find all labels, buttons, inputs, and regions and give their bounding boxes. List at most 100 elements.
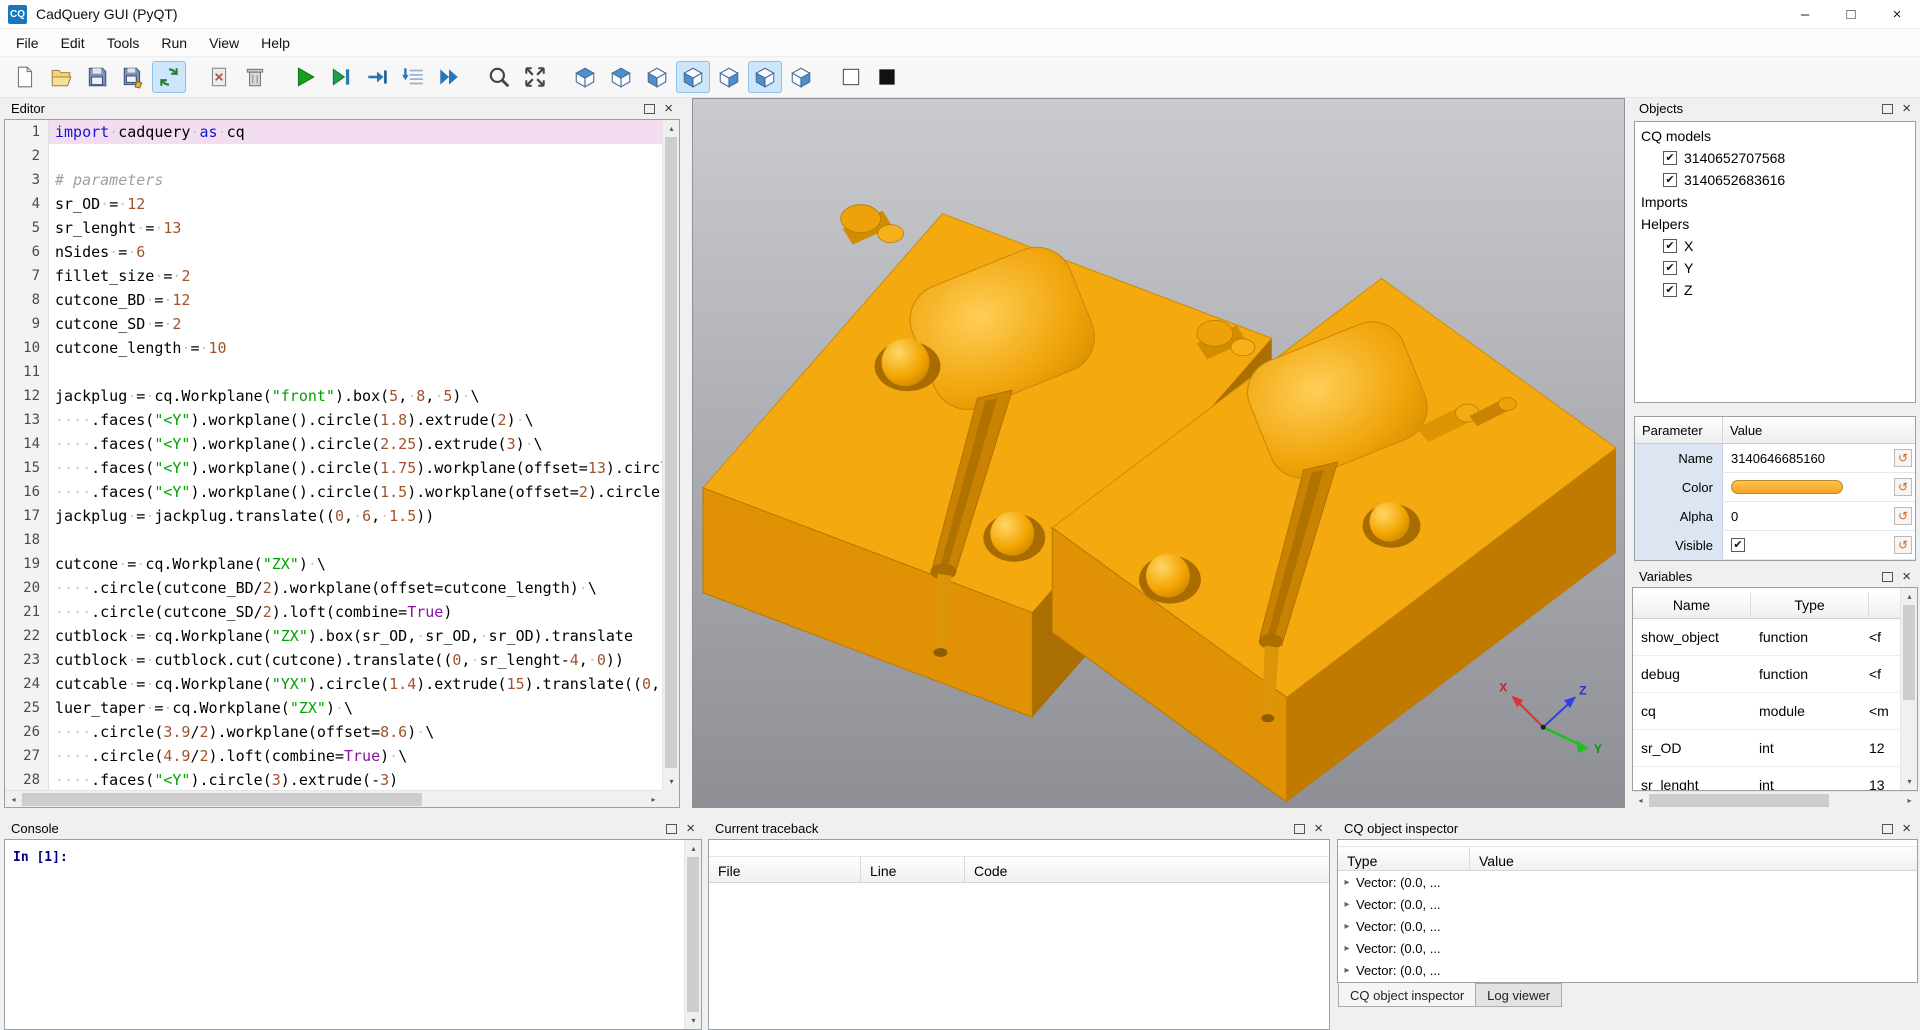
expand-icon[interactable]: ▸ <box>1338 965 1356 976</box>
menu-view[interactable]: View <box>198 31 250 55</box>
scroll-left-icon[interactable]: ◂ <box>5 791 22 808</box>
menu-help[interactable]: Help <box>250 31 301 55</box>
code-line-17[interactable]: 17jackplug·=·jackplug.translate((0,·6,·1… <box>5 504 662 528</box>
menu-file[interactable]: File <box>5 31 50 55</box>
tree-item-helpers[interactable]: Helpers <box>1635 213 1915 235</box>
code-line-23[interactable]: 23cutblock·=·cutblock.cut(cutcone).trans… <box>5 648 662 672</box>
scroll-right-icon[interactable]: ▸ <box>645 791 662 808</box>
column-header-name[interactable]: Name <box>1633 592 1751 619</box>
property-value-color[interactable] <box>1723 480 1894 494</box>
step-button[interactable] <box>360 61 394 93</box>
fit-view-button[interactable] <box>482 61 516 93</box>
float-panel-icon[interactable] <box>666 824 677 834</box>
scroll-down-icon[interactable]: ▾ <box>1901 773 1918 790</box>
expand-icon[interactable]: ▸ <box>1338 877 1356 888</box>
checkbox[interactable]: ✔ <box>1663 173 1677 187</box>
close-button[interactable]: × <box>1874 0 1920 28</box>
code-line-4[interactable]: 4sr_OD·=·12 <box>5 192 662 216</box>
wireframe-button[interactable] <box>834 61 868 93</box>
scrollbar-thumb[interactable] <box>687 857 699 1012</box>
close-panel-icon[interactable]: × <box>1902 101 1911 116</box>
inspector-row-4[interactable]: ▸Vector: (0.0, ... <box>1338 937 1917 959</box>
delete-button[interactable] <box>238 61 272 93</box>
debug-button[interactable] <box>324 61 358 93</box>
menu-run[interactable]: Run <box>150 31 198 55</box>
scroll-up-icon[interactable]: ▴ <box>685 840 702 857</box>
code-line-5[interactable]: 5sr_lenght·=·13 <box>5 216 662 240</box>
code-line-1[interactable]: 1import·cadquery·as·cq <box>5 120 662 144</box>
code-line-21[interactable]: 21····.circle(cutcone_SD/2).loft(combine… <box>5 600 662 624</box>
editor-vertical-scrollbar[interactable]: ▴ ▾ <box>662 120 679 790</box>
code-line-16[interactable]: 16····.faces("<Y").workplane().circle(1.… <box>5 480 662 504</box>
bottom-view-button[interactable] <box>640 61 674 93</box>
save-button[interactable] <box>80 61 114 93</box>
float-panel-icon[interactable] <box>1882 104 1893 114</box>
column-header-code[interactable]: Code <box>965 857 1329 882</box>
column-header-value[interactable]: Value <box>1470 847 1917 870</box>
float-panel-icon[interactable] <box>1882 572 1893 582</box>
tree-item-3140652707568[interactable]: ✔3140652707568 <box>1635 147 1915 169</box>
scrollbar-thumb[interactable] <box>1649 794 1829 807</box>
scrollbar-thumb[interactable] <box>665 137 677 768</box>
autoreload-button[interactable] <box>152 61 186 93</box>
float-panel-icon[interactable] <box>644 104 655 114</box>
code-line-24[interactable]: 24cutcable·=·cq.Workplane("YX").circle(1… <box>5 672 662 696</box>
expand-icon[interactable]: ▸ <box>1338 943 1356 954</box>
console-vertical-scrollbar[interactable]: ▴ ▾ <box>684 840 701 1029</box>
tree-item-y[interactable]: ✔Y <box>1635 257 1915 279</box>
maximize-button[interactable]: □ <box>1828 0 1874 28</box>
scroll-up-icon[interactable]: ▴ <box>1901 588 1918 605</box>
new-file-button[interactable] <box>8 61 42 93</box>
save-as-button[interactable] <box>116 61 150 93</box>
checkbox[interactable]: ✔ <box>1663 239 1677 253</box>
tree-item-3140652683616[interactable]: ✔3140652683616 <box>1635 169 1915 191</box>
checkbox[interactable]: ✔ <box>1663 283 1677 297</box>
scroll-left-icon[interactable]: ◂ <box>1632 792 1649 809</box>
close-panel-icon[interactable]: × <box>664 101 673 116</box>
variable-row-debug[interactable]: debugfunction<f <box>1633 656 1917 693</box>
front-view-button[interactable] <box>676 61 710 93</box>
code-line-18[interactable]: 18 <box>5 528 662 552</box>
console-input-area[interactable]: In [1]: ▴ ▾ <box>4 839 702 1030</box>
tab-log-viewer[interactable]: Log viewer <box>1475 983 1562 1007</box>
inspector-row-5[interactable]: ▸Vector: (0.0, ... <box>1338 959 1917 981</box>
code-line-10[interactable]: 10cutcone_length·=·10 <box>5 336 662 360</box>
close-panel-icon[interactable]: × <box>1902 821 1911 836</box>
code-line-6[interactable]: 6nSides·=·6 <box>5 240 662 264</box>
shaded-button[interactable] <box>870 61 904 93</box>
code-editor[interactable]: 1import·cadquery·as·cq23# parameters4sr_… <box>4 119 680 808</box>
reset-button[interactable]: ↺ <box>1894 536 1912 554</box>
tree-item-imports[interactable]: Imports <box>1635 191 1915 213</box>
code-line-13[interactable]: 13····.faces("<Y").workplane().circle(1.… <box>5 408 662 432</box>
scroll-down-icon[interactable]: ▾ <box>685 1012 702 1029</box>
column-header-type[interactable]: Type <box>1751 592 1869 619</box>
tree-item-x[interactable]: ✔X <box>1635 235 1915 257</box>
code-area[interactable]: 1import·cadquery·as·cq23# parameters4sr_… <box>5 120 662 790</box>
tree-item-z[interactable]: ✔Z <box>1635 279 1915 301</box>
code-line-2[interactable]: 2 <box>5 144 662 168</box>
minimize-button[interactable]: – <box>1782 0 1828 28</box>
inspector-row-3[interactable]: ▸Vector: (0.0, ... <box>1338 915 1917 937</box>
clear-button[interactable] <box>202 61 236 93</box>
reset-button[interactable]: ↺ <box>1894 449 1912 467</box>
property-value-visible[interactable]: ✔ <box>1723 538 1894 552</box>
property-value-name[interactable]: 3140646685160 <box>1723 451 1894 466</box>
checkbox[interactable]: ✔ <box>1663 261 1677 275</box>
code-line-7[interactable]: 7fillet_size·=·2 <box>5 264 662 288</box>
scroll-right-icon[interactable]: ▸ <box>1901 792 1918 809</box>
open-button[interactable] <box>44 61 78 93</box>
inspector-row-1[interactable]: ▸Vector: (0.0, ... <box>1338 871 1917 893</box>
code-line-3[interactable]: 3# parameters <box>5 168 662 192</box>
reset-button[interactable]: ↺ <box>1894 507 1912 525</box>
code-line-22[interactable]: 22cutblock·=·cq.Workplane("ZX").box(sr_O… <box>5 624 662 648</box>
code-line-15[interactable]: 15····.faces("<Y").workplane().circle(1.… <box>5 456 662 480</box>
scroll-down-icon[interactable]: ▾ <box>663 773 680 790</box>
column-header-file[interactable]: File <box>709 857 861 882</box>
close-panel-icon[interactable]: × <box>686 821 695 836</box>
code-line-8[interactable]: 8cutcone_BD·=·12 <box>5 288 662 312</box>
scrollbar-thumb[interactable] <box>1903 605 1915 700</box>
checkbox[interactable]: ✔ <box>1663 151 1677 165</box>
checkbox[interactable]: ✔ <box>1731 538 1745 552</box>
code-line-25[interactable]: 25luer_taper·=·cq.Workplane("ZX")·\ <box>5 696 662 720</box>
top-view-button[interactable] <box>604 61 638 93</box>
